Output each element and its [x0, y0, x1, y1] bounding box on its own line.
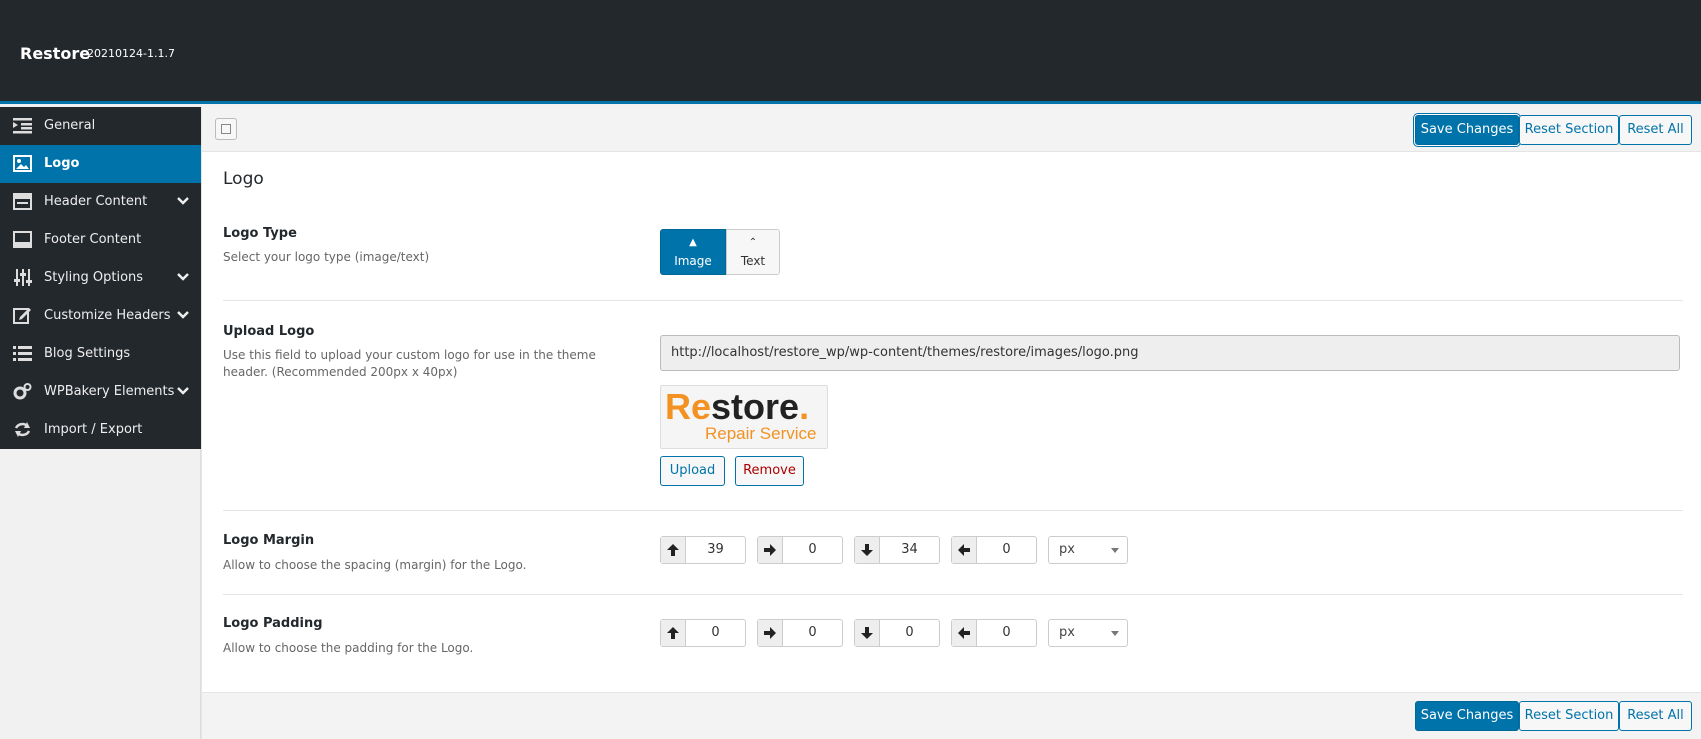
edit-icon	[13, 308, 31, 324]
logo-type-desc: Select your logo type (image/text)	[223, 250, 430, 264]
logo-type-text-button[interactable]: ⌃ Text	[726, 229, 780, 275]
margin-left-input[interactable]: 0	[951, 536, 1037, 564]
sidebar-item-label: Footer Content	[44, 232, 142, 247]
arrow-right-icon	[764, 627, 776, 639]
sidebar-item-label: Customize Headers	[44, 308, 171, 323]
dropdown-caret-icon	[1111, 631, 1119, 636]
footer-icon	[13, 231, 32, 248]
list-indent-icon	[13, 118, 32, 134]
divider	[223, 594, 1683, 595]
logo-type-image-button[interactable]: ▲ Image	[660, 229, 726, 275]
sidebar-item-footer-content[interactable]: Footer Content	[0, 221, 201, 259]
sidebar-item-label: General	[44, 118, 96, 133]
section-title: Logo	[223, 169, 264, 189]
upload-button[interactable]: Upload	[660, 456, 725, 486]
padding-top-input[interactable]: 0	[660, 619, 746, 647]
padding-bottom-input[interactable]: 0	[854, 619, 940, 647]
expand-icon	[221, 124, 231, 134]
save-changes-button[interactable]: Save Changes	[1415, 701, 1519, 731]
reset-section-button[interactable]: Reset Section	[1519, 115, 1619, 145]
sidebar-item-label: Import / Export	[44, 422, 143, 437]
list-icon	[13, 346, 32, 361]
expand-options-button[interactable]	[215, 118, 237, 140]
logo-padding-title: Logo Padding	[223, 616, 323, 631]
arrow-down-icon	[861, 544, 873, 556]
sidebar-item-header-content[interactable]: Header Content	[0, 183, 201, 221]
logo-type-title: Logo Type	[223, 226, 297, 241]
save-changes-button[interactable]: Save Changes	[1415, 115, 1519, 145]
refresh-icon	[14, 422, 31, 437]
logo-margin-desc: Allow to choose the spacing (margin) for…	[223, 558, 527, 572]
app-title: Restore	[20, 44, 91, 63]
dropdown-caret-icon	[1111, 548, 1119, 553]
padding-left-input[interactable]: 0	[951, 619, 1037, 647]
padding-unit-select[interactable]: px	[1048, 619, 1128, 647]
arrow-right-icon	[764, 544, 776, 556]
sliders-icon	[14, 269, 32, 286]
sidebar-item-label: Styling Options	[44, 270, 144, 285]
chevron-up-icon: ⌃	[748, 237, 758, 248]
reset-all-button[interactable]: Reset All	[1619, 701, 1692, 731]
options-panel: Save Changes Reset Section Reset All Log…	[201, 107, 1701, 739]
sidebar-empty-area	[0, 449, 201, 739]
top-bar: Restore 20210124-1.1.7	[0, 0, 1701, 104]
divider	[223, 300, 1683, 301]
gears-icon	[13, 383, 32, 400]
sidebar-item-label: WPBakery Elements	[44, 384, 175, 399]
arrow-down-icon	[861, 627, 873, 639]
margin-unit-select[interactable]: px	[1048, 536, 1128, 564]
arrow-left-icon	[958, 544, 970, 556]
sidebar-item-label: Logo	[44, 156, 80, 171]
sidebar-item-general[interactable]: General	[0, 107, 201, 145]
chevron-down-icon[interactable]	[176, 272, 190, 282]
chevron-down-icon[interactable]	[176, 196, 190, 206]
chevron-down-icon[interactable]	[176, 310, 190, 320]
logo-padding-desc: Allow to choose the padding for the Logo…	[223, 641, 474, 655]
header-icon	[13, 193, 32, 210]
logo-url-field[interactable]: http://localhost/restore_wp/wp-content/t…	[660, 335, 1680, 371]
app-version: 20210124-1.1.7	[87, 47, 175, 60]
top-toolbar: Save Changes Reset Section Reset All	[202, 107, 1701, 152]
reset-section-button[interactable]: Reset Section	[1519, 701, 1619, 731]
remove-button[interactable]: Remove	[735, 456, 804, 486]
margin-top-input[interactable]: 39	[660, 536, 746, 564]
divider	[223, 510, 1683, 511]
sidebar-item-blog-settings[interactable]: Blog Settings	[0, 335, 201, 373]
padding-right-input[interactable]: 0	[757, 619, 843, 647]
margin-bottom-input[interactable]: 34	[854, 536, 940, 564]
arrow-left-icon	[958, 627, 970, 639]
image-icon	[13, 155, 32, 172]
logo-margin-title: Logo Margin	[223, 533, 315, 548]
sidebar-item-styling-options[interactable]: Styling Options	[0, 259, 201, 297]
sidebar-item-customize-headers[interactable]: Customize Headers	[0, 297, 201, 335]
arrow-up-icon	[667, 544, 679, 556]
arrow-up-icon	[667, 627, 679, 639]
sidebar-item-label: Header Content	[44, 194, 148, 209]
reset-all-button[interactable]: Reset All	[1619, 115, 1692, 145]
upload-logo-desc: Use this field to upload your custom log…	[223, 348, 596, 379]
chevron-down-icon[interactable]	[176, 386, 190, 396]
logo-preview-image: Restore. Repair Service	[660, 385, 828, 449]
sidebar-item-label: Blog Settings	[44, 346, 131, 361]
arrow-up-icon: ▲	[689, 237, 697, 248]
sidebar-item-wpbakery-elements[interactable]: WPBakery Elements	[0, 373, 201, 411]
bottom-toolbar: Save Changes Reset Section Reset All	[202, 692, 1701, 739]
sidebar-item-import-export[interactable]: Import / Export	[0, 411, 201, 449]
sidebar-item-logo[interactable]: Logo	[0, 145, 201, 183]
upload-logo-title: Upload Logo	[223, 324, 315, 339]
sidebar: General Logo Header Content Footer Conte…	[0, 107, 201, 449]
margin-right-input[interactable]: 0	[757, 536, 843, 564]
